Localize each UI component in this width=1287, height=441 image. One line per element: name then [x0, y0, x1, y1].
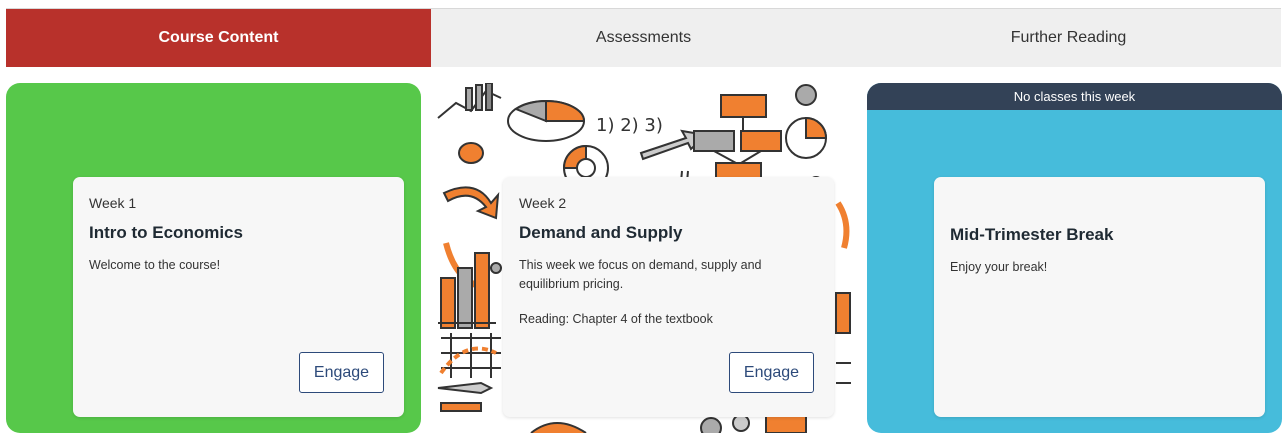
tab-course-content[interactable]: Course Content: [6, 9, 431, 67]
tab-further-reading[interactable]: Further Reading: [856, 9, 1281, 67]
card-description: This week we focus on demand, supply and…: [519, 258, 762, 291]
week-label: Week 2: [519, 195, 567, 211]
card-title: Intro to Economics: [89, 223, 243, 242]
week-label: Week 1: [89, 195, 137, 211]
card-description: Welcome to the course!: [89, 258, 221, 272]
card-title: Demand and Supply: [519, 223, 683, 242]
week-2-card: 1) 2) 3) Week 2 Demand and Supply This w…: [436, 83, 851, 433]
week-1-card: Week 1 Intro to Economics Welcome to the…: [6, 83, 421, 433]
no-classes-banner: No classes this week: [867, 83, 1282, 110]
card-description: Enjoy your break!: [950, 260, 1048, 274]
week-2-content-panel: Week 2 Demand and Supply This week we fo…: [503, 177, 834, 417]
tab-bar: Course Content Assessments Further Readi…: [6, 8, 1281, 67]
card-title: Mid-Trimester Break: [950, 225, 1114, 244]
mid-trimester-break-card: No classes this week Mid-Trimester Break…: [867, 83, 1282, 433]
engage-button[interactable]: Engage: [299, 352, 384, 393]
week-1-content-panel: Week 1 Intro to Economics Welcome to the…: [73, 177, 404, 417]
svg-text:1) 2) 3): 1) 2) 3): [596, 115, 663, 136]
break-content-panel: Mid-Trimester Break Enjoy your break!: [934, 177, 1265, 417]
engage-button[interactable]: Engage: [729, 352, 814, 393]
tab-assessments[interactable]: Assessments: [431, 9, 856, 67]
card-reading: Reading: Chapter 4 of the textbook: [519, 312, 713, 326]
